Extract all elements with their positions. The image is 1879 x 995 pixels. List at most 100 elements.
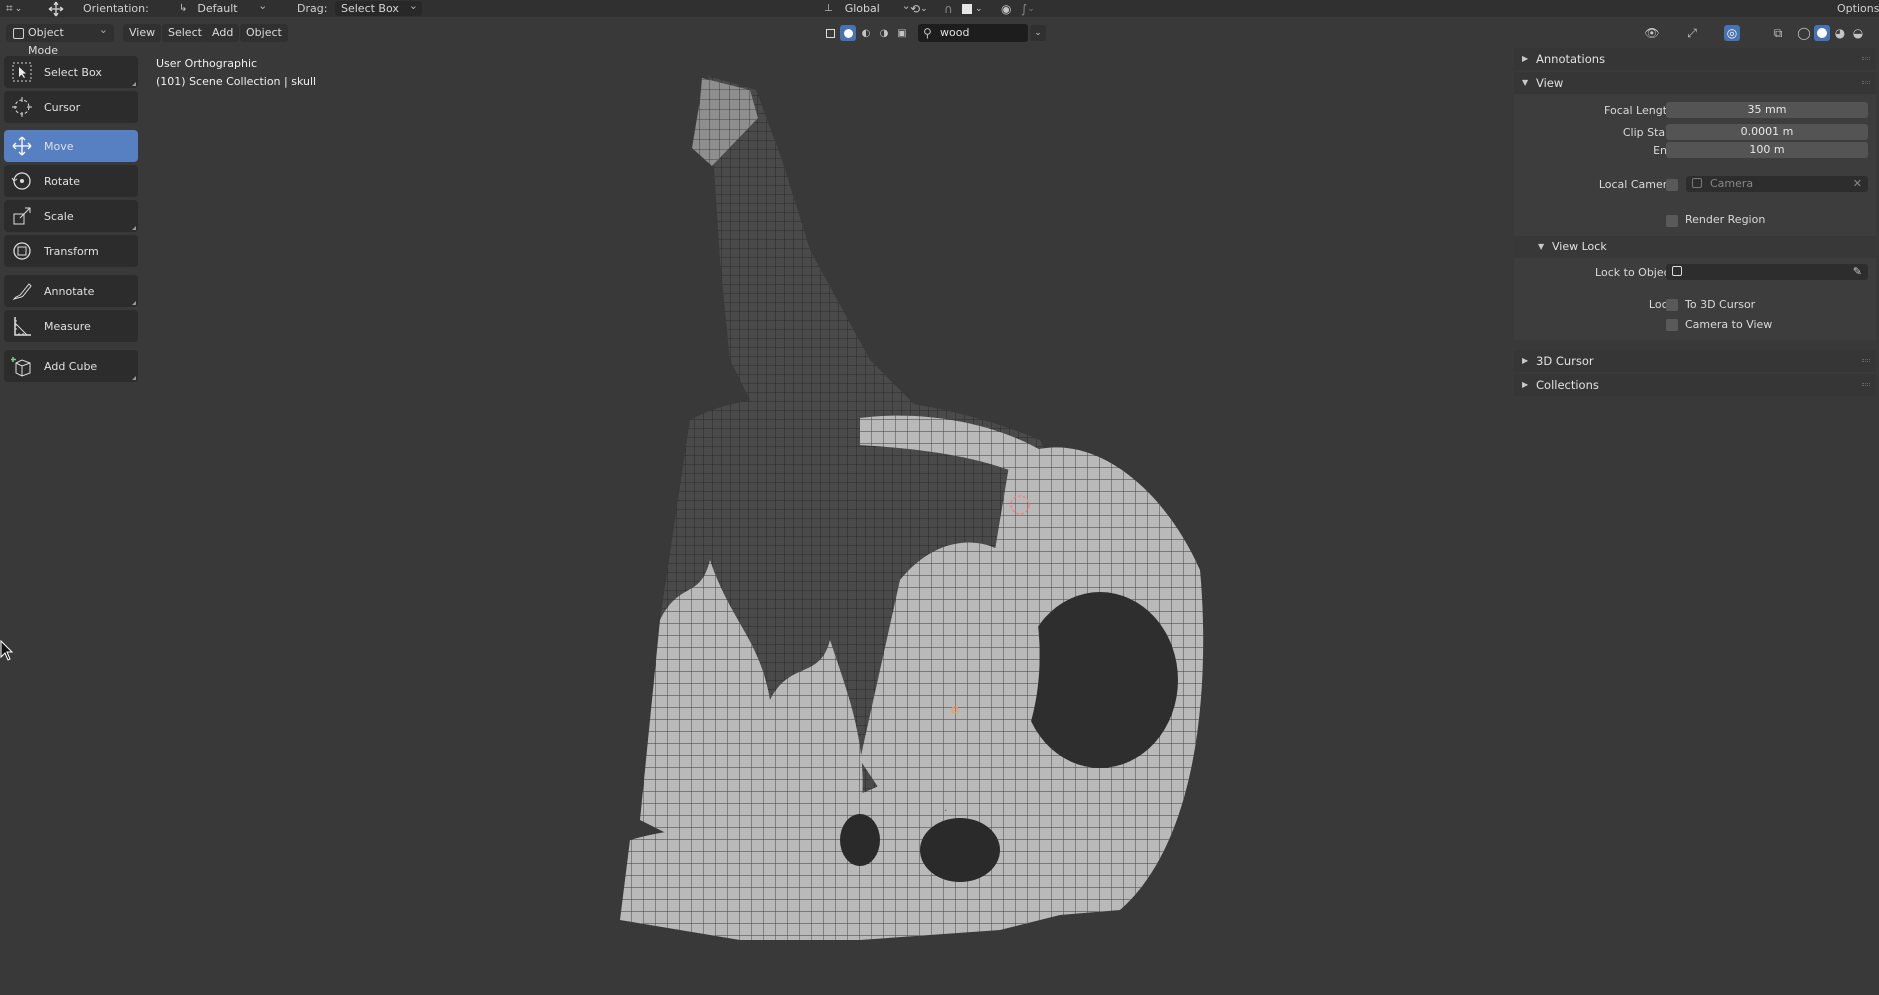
- drag-label: Drag:: [297, 2, 328, 15]
- clear-icon[interactable]: ✕: [1853, 176, 1862, 192]
- panel-3d-cursor[interactable]: ▶ 3D Cursor: [1514, 350, 1876, 372]
- panel-title: 3D Cursor: [1536, 354, 1594, 368]
- search-icon: ⚲: [923, 26, 932, 40]
- select-mode-extend-button[interactable]: [840, 25, 856, 41]
- lock-to-object-field[interactable]: ✎: [1666, 264, 1868, 280]
- focal-length-field[interactable]: 35 mm: [1666, 102, 1868, 118]
- orientation-dropdown[interactable]: ↳ Default: [179, 0, 271, 16]
- move-icon: [10, 134, 34, 158]
- options-button[interactable]: Options: [1837, 1, 1879, 16]
- material-icon: ◕: [1834, 26, 1846, 40]
- panel-annotations[interactable]: ▶ Annotations: [1514, 48, 1876, 70]
- tool-settings-bar: ⌗⌄ Orientation: ↳ Default Drag: Select B…: [0, 0, 1879, 17]
- tool-move[interactable]: Move: [4, 130, 138, 162]
- tool-measure[interactable]: Measure: [4, 310, 138, 342]
- solid-shading-button[interactable]: [1814, 25, 1830, 41]
- tool-transform[interactable]: Transform: [4, 235, 138, 267]
- select-mode-intersect-button[interactable]: ▣: [894, 25, 910, 41]
- axis-icon: ↳: [179, 3, 188, 14]
- tool-scale[interactable]: Scale: [4, 200, 138, 232]
- transform-orientation-value: Global: [839, 0, 915, 16]
- skull-mesh[interactable]: [560, 60, 1260, 960]
- tool-label: Move: [44, 139, 74, 153]
- tool-label: Add Cube: [44, 359, 98, 373]
- tool-rotate[interactable]: Rotate: [4, 165, 138, 197]
- camera-field[interactable]: Camera ✕: [1686, 176, 1868, 192]
- wireframe-shading-button[interactable]: ◯: [1796, 25, 1812, 41]
- tool-label: Measure: [44, 319, 91, 333]
- material-shading-button[interactable]: ◕: [1832, 25, 1848, 41]
- search-dropdown-button[interactable]: ⌄: [1030, 25, 1046, 41]
- measure-icon: [10, 314, 34, 338]
- transform-icon: [10, 239, 34, 263]
- camera-to-view-checkbox[interactable]: [1666, 319, 1678, 331]
- clip-start-field[interactable]: 0.0001 m: [1666, 124, 1868, 140]
- tool-add-cube[interactable]: Add Cube: [4, 350, 138, 382]
- clip-end-label: End: [1653, 144, 1674, 157]
- xray-button[interactable]: ⧉: [1770, 25, 1786, 41]
- annotate-icon: [10, 279, 34, 303]
- tool-annotate[interactable]: Annotate: [4, 275, 138, 307]
- add-menu[interactable]: Add: [206, 24, 240, 42]
- viewport-info: User Orthographic (101) Scene Collection…: [156, 55, 316, 91]
- overlays-icon: ◎: [1726, 26, 1738, 40]
- snap-element-button[interactable]: ⌄: [962, 1, 983, 16]
- visibility-button[interactable]: 👁: [1644, 25, 1660, 41]
- clip-end-field[interactable]: 100 m: [1666, 142, 1868, 158]
- render-region-label: Render Region: [1685, 213, 1766, 226]
- gizmo-icon: ⤢: [1687, 25, 1697, 40]
- to-3d-cursor-label: To 3D Cursor: [1685, 298, 1756, 311]
- object-icon: [1672, 266, 1682, 276]
- view-lock-body: Lock To 3D Cursor Camera to View: [1514, 298, 1876, 340]
- overlays-button[interactable]: ◎: [1724, 25, 1740, 41]
- view-lock-subpanel-header[interactable]: ▼ View Lock: [1514, 236, 1876, 258]
- select-mode-subtract-button[interactable]: ◐: [858, 25, 874, 41]
- gizmo-button[interactable]: ⤢: [1684, 25, 1700, 41]
- camera-icon: [1692, 178, 1702, 188]
- falloff-button[interactable]: ∫ ⌄: [1021, 1, 1035, 16]
- panel-title: View: [1536, 76, 1564, 90]
- object-mode-dropdown[interactable]: Object Mode: [6, 21, 114, 57]
- view-lock-title: View Lock: [1552, 240, 1607, 253]
- tool-cursor[interactable]: Cursor: [4, 91, 138, 123]
- move-tool-indicator: [46, 1, 66, 16]
- render-region-checkbox[interactable]: [1666, 215, 1678, 227]
- rendered-shading-button[interactable]: ◒: [1850, 25, 1866, 41]
- orientation-value: Default: [191, 0, 271, 16]
- lock-to-object-label: Lock to Object: [1595, 266, 1674, 279]
- tool-label: Scale: [44, 209, 74, 223]
- pivot-point-button[interactable]: ⟲ ⌄: [910, 1, 928, 16]
- select-menu[interactable]: Select: [162, 24, 208, 42]
- panel-title: Collections: [1536, 378, 1599, 392]
- local-camera-label: Local Camera: [1598, 178, 1674, 191]
- select-mode-set-button[interactable]: [822, 25, 838, 41]
- collapse-arrow-icon: ▼: [1522, 78, 1529, 87]
- editor-type-button[interactable]: ⌗ ⌄: [6, 1, 22, 16]
- transform-orientation-dropdown[interactable]: ⊥ Global: [824, 0, 915, 16]
- view-name: User Orthographic: [156, 57, 258, 70]
- tool-label: Rotate: [44, 174, 81, 188]
- proportional-edit-toggle[interactable]: ◉: [1001, 1, 1011, 16]
- tool-label: Transform: [44, 244, 99, 258]
- drag-dropdown[interactable]: Select Box: [335, 0, 422, 16]
- panel-title: Annotations: [1536, 52, 1606, 66]
- object-menu[interactable]: Object: [240, 24, 288, 42]
- local-camera-checkbox[interactable]: [1666, 179, 1678, 191]
- chevron-down-icon: ⌄: [1034, 28, 1042, 38]
- eyedropper-icon[interactable]: ✎: [1853, 264, 1862, 280]
- camera-to-view-label: Camera to View: [1685, 318, 1773, 331]
- snap-toggle[interactable]: ∩: [944, 1, 953, 16]
- lock-label: Lock: [1648, 298, 1674, 311]
- select-invert-icon: ◑: [879, 27, 889, 39]
- panel-view[interactable]: ▼ View: [1514, 72, 1876, 94]
- wireframe-icon: ◯: [1797, 26, 1811, 40]
- global-axis-icon: ⊥: [824, 3, 833, 14]
- panel-collections[interactable]: ▶ Collections: [1514, 374, 1876, 396]
- material-search-field[interactable]: ⚲ wood: [918, 24, 1028, 42]
- expand-arrow-icon: ▶: [1522, 356, 1529, 365]
- view-menu[interactable]: View: [123, 24, 162, 42]
- to-3d-cursor-checkbox[interactable]: [1666, 299, 1678, 311]
- tool-select-box[interactable]: Select Box: [4, 56, 138, 88]
- select-mode-invert-button[interactable]: ◑: [876, 25, 892, 41]
- scale-icon: [10, 204, 34, 228]
